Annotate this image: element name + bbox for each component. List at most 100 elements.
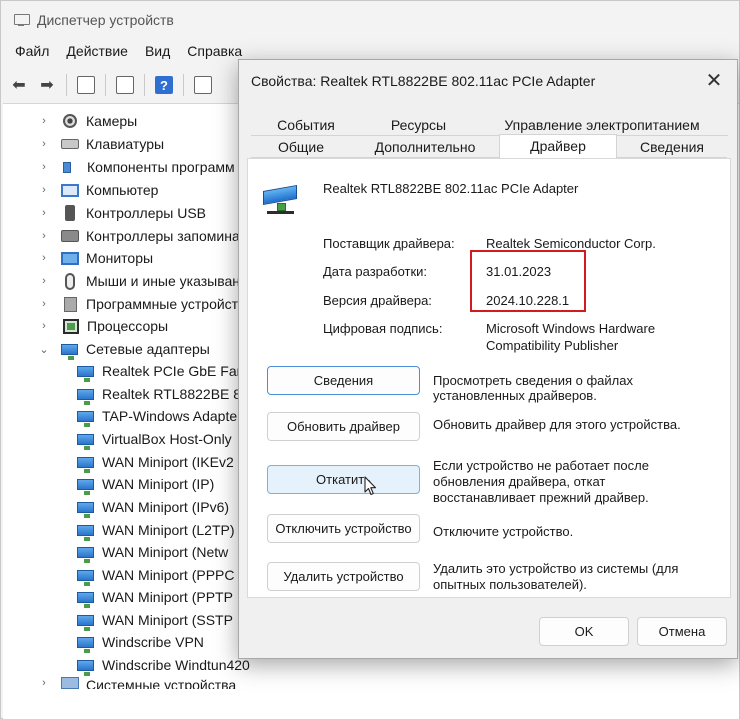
back-arrow-icon[interactable]: ⬅ <box>7 73 31 97</box>
tab-general[interactable]: Общие <box>251 136 351 158</box>
main-titlebar: Диспетчер устройств <box>1 1 740 39</box>
tree-item-network-adapter[interactable]: Realtek PCIe GbE Far <box>77 360 241 382</box>
close-icon[interactable]: ✕ <box>703 70 725 92</box>
chevron-right-icon[interactable]: › <box>37 252 51 264</box>
tab-driver[interactable]: Драйвер <box>499 134 617 158</box>
tree-item-network-adapter[interactable]: Windscribe Windtun420 <box>77 654 250 676</box>
tab-resources[interactable]: Ресурсы <box>361 114 476 136</box>
software-device-icon <box>64 296 77 312</box>
tab-power-management[interactable]: Управление электропитанием <box>476 114 728 136</box>
menu-file[interactable]: Файл <box>15 43 49 65</box>
tree-category-network-adapters[interactable]: ⌄ Сетевые адаптеры <box>37 338 210 360</box>
tree-label: TAP-Windows Adapte <box>102 408 238 424</box>
tree-category-monitors[interactable]: › Мониторы <box>37 247 153 269</box>
tree-item-network-adapter[interactable]: WAN Miniport (IP) <box>77 473 214 495</box>
tree-item-network-adapter[interactable]: WAN Miniport (PPPC <box>77 564 235 586</box>
properties-icon[interactable] <box>113 73 137 97</box>
toolbar-separator <box>183 74 184 96</box>
tree-label: WAN Miniport (IPv6) <box>102 499 230 515</box>
dialog-title: Свойства: Realtek RTL8822BE 802.11ac PCI… <box>251 73 596 89</box>
system-device-icon <box>61 677 79 689</box>
tree-item-network-adapter[interactable]: WAN Miniport (IKEv2 <box>77 451 234 473</box>
computer-icon <box>61 183 79 197</box>
network-adapter-icon <box>77 524 94 541</box>
tree-category-mice[interactable]: › Мыши и иные указыван <box>37 270 240 292</box>
mouse-icon <box>65 272 75 290</box>
tree-label: Камеры <box>86 113 138 129</box>
tree-item-network-adapter[interactable]: TAP-Windows Adapte <box>77 405 237 427</box>
tree-label: Компьютер <box>86 182 159 198</box>
main-window-title: Диспетчер устройств <box>37 12 174 28</box>
digital-signer-label: Цифровая подпись: <box>323 321 443 336</box>
tree-item-network-adapter[interactable]: WAN Miniport (PPTP <box>77 586 233 608</box>
driver-date-label: Дата разработки: <box>323 264 428 279</box>
update-driver-button[interactable]: Обновить драйвер <box>267 412 420 441</box>
chevron-down-icon[interactable]: ⌄ <box>37 343 51 356</box>
tree-item-network-adapter[interactable]: WAN Miniport (L2TP) <box>77 519 235 541</box>
chevron-right-icon[interactable]: › <box>37 230 51 242</box>
tab-details[interactable]: Сведения <box>617 136 727 158</box>
tree-item-network-adapter[interactable]: WAN Miniport (IPv6) <box>77 496 229 518</box>
chevron-right-icon[interactable]: › <box>37 207 51 219</box>
menu-view[interactable]: Вид <box>145 43 170 65</box>
driver-provider-label: Поставщик драйвера: <box>323 236 455 251</box>
chevron-right-icon[interactable]: › <box>37 115 51 127</box>
chevron-right-icon[interactable]: › <box>37 275 51 287</box>
network-adapter-icon <box>77 478 94 495</box>
chevron-right-icon[interactable]: › <box>37 138 51 150</box>
tree-item-network-adapter[interactable]: WAN Miniport (SSTP <box>77 609 233 631</box>
tree-item-network-adapter[interactable]: WAN Miniport (Netw <box>77 541 228 563</box>
tree-category-storage-controllers[interactable]: › Контроллеры запомина <box>37 225 240 247</box>
tree-item-network-adapter[interactable]: VirtualBox Host-Only <box>77 428 232 450</box>
uninstall-device-button[interactable]: Удалить устройство <box>267 562 420 591</box>
disable-device-button[interactable]: Отключить устройство <box>267 514 420 543</box>
chevron-right-icon[interactable]: › <box>37 161 51 173</box>
rollback-desc-line2: обновления драйвера, откат <box>433 474 606 489</box>
network-adapter-icon <box>77 569 94 586</box>
tree-item-network-adapter[interactable]: Windscribe VPN <box>77 631 204 653</box>
tab-events[interactable]: События <box>251 114 361 136</box>
tree-label: WAN Miniport (IKEv2 <box>102 454 234 470</box>
chevron-right-icon[interactable]: › <box>37 184 51 196</box>
toolbar-separator <box>66 74 67 96</box>
scan-hardware-icon[interactable] <box>191 73 215 97</box>
network-adapter-icon <box>77 365 94 382</box>
help-icon[interactable]: ? <box>152 73 176 97</box>
tree-category-computer[interactable]: › Компьютер <box>37 179 158 201</box>
tree-label: Процессоры <box>87 318 169 334</box>
tree-category-cameras[interactable]: › Камеры <box>37 110 137 132</box>
chevron-right-icon[interactable]: › <box>37 677 51 689</box>
tree-category-keyboards[interactable]: › Клавиатуры <box>37 133 164 155</box>
tree-label: Windscribe Windtun420 <box>102 657 250 673</box>
rollback-driver-button[interactable]: Откатить <box>267 465 420 494</box>
tree-category-processors[interactable]: › Процессоры <box>37 315 168 337</box>
tree-label: WAN Miniport (L2TP) <box>102 522 235 538</box>
forward-arrow-icon[interactable]: ➡ <box>35 73 59 97</box>
tab-row-bottom: Общие Дополнительно Драйвер Сведения <box>251 134 727 158</box>
tree-label: WAN Miniport (IP) <box>102 476 215 492</box>
network-adapter-icon <box>61 343 78 360</box>
rollback-desc-line1: Если устройство не работает после <box>433 458 649 473</box>
tree-item-network-adapter[interactable]: Realtek RTL8822BE 8C <box>77 383 251 405</box>
menu-help[interactable]: Справка <box>187 43 242 65</box>
chevron-right-icon[interactable]: › <box>37 298 51 310</box>
toolbar-separator <box>105 74 106 96</box>
digital-signer-value-line1: Microsoft Windows Hardware <box>486 321 656 336</box>
processor-icon <box>63 318 79 334</box>
tree-category-usb[interactable]: › Контроллеры USB <box>37 202 206 224</box>
menu-action[interactable]: Действие <box>66 43 128 65</box>
ok-button[interactable]: OK <box>539 617 629 646</box>
tree-label: Клавиатуры <box>86 136 165 152</box>
tab-advanced[interactable]: Дополнительно <box>351 136 499 158</box>
tree-category-system-devices[interactable]: › Системные устройства <box>37 677 236 689</box>
tree-label: Мониторы <box>86 250 154 266</box>
driver-provider-value: Realtek Semiconductor Corp. <box>486 236 656 251</box>
show-hide-console-tree-icon[interactable] <box>74 73 98 97</box>
tree-category-software-components[interactable]: › Компоненты программ <box>37 156 234 178</box>
driver-details-button[interactable]: Сведения <box>267 366 420 395</box>
driver-details-desc-line2: установленных драйверов. <box>433 388 597 403</box>
network-adapter-icon <box>77 410 94 427</box>
tree-category-software-devices[interactable]: › Программные устройст <box>37 293 238 315</box>
cancel-button[interactable]: Отмена <box>637 617 727 646</box>
chevron-right-icon[interactable]: › <box>37 320 51 332</box>
